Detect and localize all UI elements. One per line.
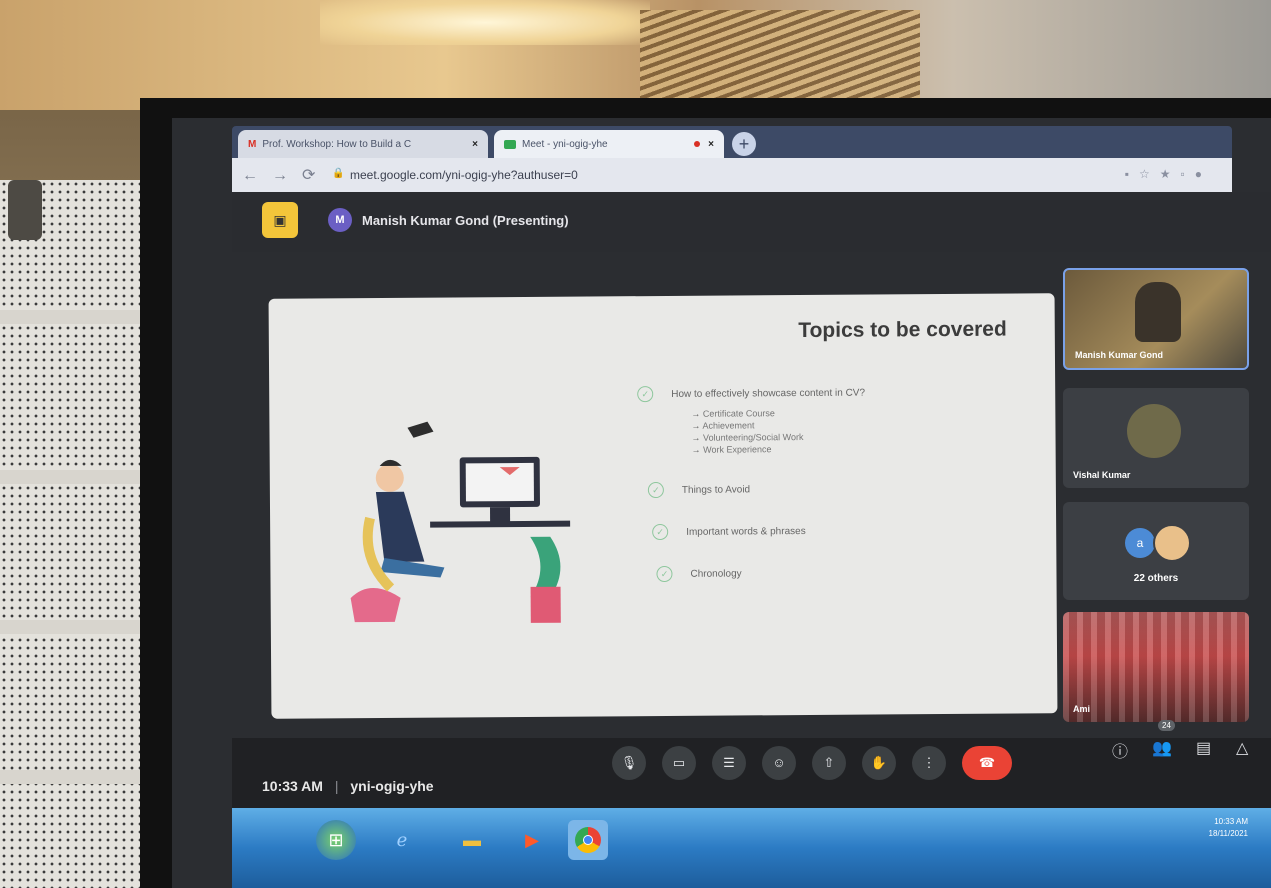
people-icon[interactable]: 👥 — [1152, 738, 1172, 758]
topic-sublist: Certificate Course Achievement Volunteer… — [691, 407, 865, 456]
windows-icon: ⊞ — [328, 829, 344, 850]
activities-icon[interactable]: △ — [1236, 738, 1248, 758]
taskbar-time: 10:33 AM — [1214, 817, 1248, 826]
projected-screen: M Prof. Workshop: How to Build a C × Mee… — [172, 118, 1271, 888]
people-count-badge: 24 — [1158, 720, 1175, 731]
separator: | — [334, 778, 339, 794]
gmail-icon: M — [248, 138, 257, 150]
browser-tab-bar: M Prof. Workshop: How to Build a C × Mee… — [232, 126, 1232, 158]
check-icon: ✓ — [652, 523, 669, 541]
presenter-indicator: M Manish Kumar Gond (Presenting) — [328, 208, 569, 232]
topic-label: Chronology — [690, 567, 742, 580]
present-screen-button[interactable]: ⇧ — [812, 746, 846, 780]
participant-video — [1135, 282, 1181, 342]
others-tile[interactable]: a 22 others — [1063, 502, 1249, 600]
subitem: Work Experience — [692, 443, 866, 456]
slide-title: Topics to be covered — [798, 317, 1007, 343]
windows-taskbar: ⊞ ℯ ▬ ▶ 10:33 AM 18/11/2021 — [232, 808, 1271, 888]
audience-video — [1063, 612, 1249, 722]
camera-button[interactable]: ▭ — [662, 746, 696, 780]
more-vert-icon: ⋮ — [922, 755, 936, 770]
end-call-button[interactable]: ☎ — [962, 746, 1012, 780]
check-icon: ✓ — [656, 565, 673, 583]
tab-meet[interactable]: Meet - yni-ogig-yhe × — [494, 130, 724, 158]
topic-item: ✓ Important words & phrases — [652, 523, 866, 541]
folder-taskbar-icon[interactable]: ▬ — [452, 820, 492, 860]
captions-icon: ☰ — [723, 755, 735, 770]
wall-hook — [8, 180, 42, 240]
presenter-name: Manish Kumar Gond (Presenting) — [362, 212, 569, 228]
microphone-button[interactable]: 🎙 — [612, 746, 646, 780]
close-tab-icon[interactable]: × — [472, 139, 478, 150]
topic-label: Important words & phrases — [686, 525, 806, 538]
raise-hand-button[interactable]: ✋ — [862, 746, 896, 780]
address-bar: ←→⟳ 🔒 meet.google.com/yni-ogig-yhe?authu… — [232, 158, 1232, 192]
emoji-button[interactable]: ☺ — [762, 746, 796, 780]
url-input[interactable]: meet.google.com/yni-ogig-yhe?authuser=0 — [350, 168, 578, 182]
check-icon: ✓ — [637, 386, 654, 403]
microphone-icon: 🎙 — [620, 755, 638, 770]
ceiling-vent — [640, 10, 920, 100]
media-player-taskbar-icon[interactable]: ▶ — [512, 820, 552, 860]
topic-label: How to effectively showcase content in C… — [671, 387, 866, 400]
ie-taskbar-icon[interactable]: ℯ — [382, 820, 422, 860]
nav-buttons[interactable]: ←→⟳ — [242, 165, 329, 185]
meeting-code: yni-ogig-yhe — [350, 778, 434, 794]
topic-item: ✓ How to effectively showcase content in… — [637, 385, 865, 403]
topic-label: Things to Avoid — [681, 483, 751, 496]
new-tab-button[interactable]: + — [732, 132, 756, 156]
tab-workshop[interactable]: M Prof. Workshop: How to Build a C × — [238, 130, 488, 158]
others-count: 22 others — [1133, 573, 1179, 584]
participant-avatar — [1153, 524, 1191, 562]
captions-button[interactable]: ☰ — [712, 746, 746, 780]
topic-item: ✓ Things to Avoid — [647, 481, 866, 499]
graduate-illustration — [350, 421, 571, 623]
participant-name: Manish Kumar Gond — [1075, 350, 1164, 360]
topic-item: ✓ Chronology — [656, 565, 866, 583]
system-clock: 10:33 AM 18/11/2021 — [1209, 816, 1248, 840]
check-icon: ✓ — [647, 481, 664, 499]
emoji-icon: ☺ — [772, 755, 786, 770]
phone-hangup-icon: ☎ — [978, 755, 996, 770]
chat-icon[interactable]: ▤ — [1196, 738, 1211, 758]
participant-avatar — [1127, 404, 1181, 458]
browser-action-icons[interactable]: ▪☆★▫● — [1125, 167, 1212, 181]
participant-avatar: a — [1125, 528, 1155, 558]
presenter-avatar: M — [328, 208, 352, 232]
presentation-slide: Topics to be covered ✓ How to effectivel… — [268, 293, 1058, 719]
participant-tile[interactable]: Manish Kumar Gond — [1063, 268, 1249, 370]
present-icon: ⇧ — [823, 755, 835, 770]
meet-icon — [504, 139, 516, 149]
participant-name: Vishal Kumar — [1073, 470, 1131, 480]
close-tab-icon[interactable]: × — [708, 139, 714, 150]
meeting-info: 10:33 AM | yni-ogig-yhe — [262, 778, 434, 794]
tab-label: Prof. Workshop: How to Build a C — [262, 138, 412, 150]
camera-icon: ▭ — [672, 755, 686, 770]
ceiling-light — [320, 0, 650, 45]
meeting-time: 10:33 AM — [262, 778, 323, 794]
tab-label: Meet - yni-ogig-yhe — [522, 138, 608, 150]
taskbar-date: 18/11/2021 — [1208, 829, 1248, 838]
recording-dot-icon — [694, 141, 701, 147]
start-button[interactable]: ⊞ — [316, 820, 356, 860]
participant-name: Ami — [1073, 704, 1091, 714]
meeting-details-icon[interactable]: ⓘ — [1112, 738, 1128, 762]
participant-tile[interactable]: Ami — [1063, 612, 1249, 722]
chrome-taskbar-icon[interactable] — [568, 820, 608, 860]
presentation-icon[interactable]: ▣ — [262, 202, 298, 238]
topic-list: ✓ How to effectively showcase content in… — [637, 385, 866, 589]
hand-icon: ✋ — [870, 755, 888, 770]
participant-tile[interactable]: Vishal Kumar — [1063, 388, 1249, 488]
more-options-button[interactable]: ⋮ — [912, 746, 946, 780]
lock-icon: 🔒 — [332, 168, 345, 179]
meet-header: ▣ M Manish Kumar Gond (Presenting) — [232, 192, 1271, 252]
